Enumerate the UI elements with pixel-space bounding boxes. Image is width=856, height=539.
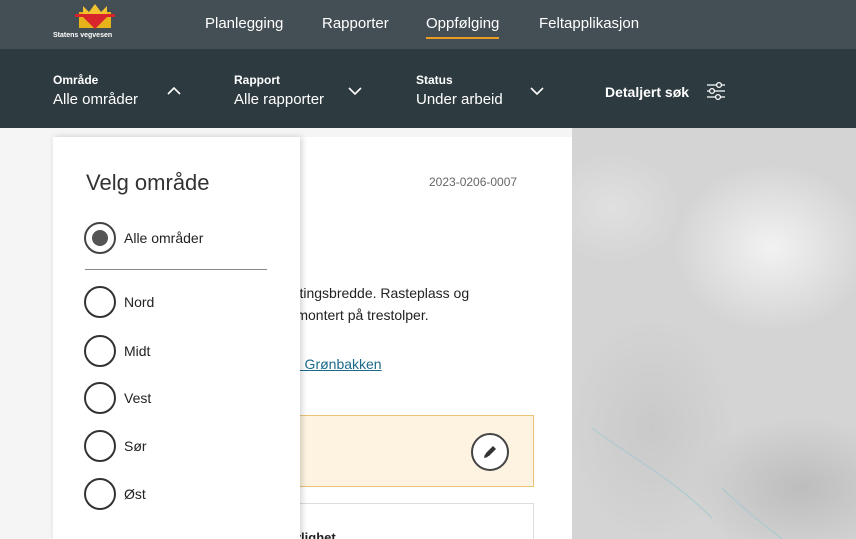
statens-vegvesen-logo[interactable]: Statens vegvesen bbox=[45, 2, 145, 42]
logo-text: Statens vegvesen bbox=[53, 32, 113, 39]
report-filter-label: Rapport bbox=[234, 73, 280, 87]
nav-oppfolging[interactable]: Oppfølging bbox=[426, 15, 500, 39]
radio-button[interactable] bbox=[84, 222, 116, 254]
chevron-up-icon[interactable] bbox=[166, 86, 182, 96]
status-filter-value: Under arbeid bbox=[416, 91, 503, 108]
radio-label: Vest bbox=[124, 390, 152, 406]
crown-shield-icon bbox=[75, 4, 115, 29]
area-filter-label: Område bbox=[53, 73, 99, 87]
radio-option-midt[interactable]: Midt bbox=[84, 334, 150, 368]
chevron-down-icon[interactable] bbox=[529, 86, 545, 96]
status-filter[interactable]: Status Under arbeid bbox=[416, 73, 503, 108]
radio-option-ost[interactable]: Øst bbox=[84, 477, 146, 511]
description-line: erk montert på trestolper. bbox=[273, 307, 429, 323]
nav-feltapplikasjon[interactable]: Feltapplikasjon bbox=[539, 15, 639, 32]
status-filter-label: Status bbox=[416, 73, 453, 87]
divider bbox=[85, 269, 267, 270]
area-filter[interactable]: Område Alle områder bbox=[53, 73, 138, 108]
section-label: rlighet bbox=[296, 530, 336, 539]
notice-box bbox=[273, 415, 534, 487]
radio-option-nord[interactable]: Nord bbox=[84, 285, 154, 319]
detailed-search-button[interactable]: Detaljert søk bbox=[605, 84, 689, 100]
description-line: nfestingsbredde. Rasteplass og bbox=[273, 285, 470, 301]
area-selection-panel: Velg område Alle områder Nord Midt Vest … bbox=[53, 137, 300, 539]
sliders-icon[interactable] bbox=[706, 81, 726, 101]
report-filter-value: Alle rapporter bbox=[234, 91, 325, 108]
chevron-down-icon[interactable] bbox=[347, 86, 363, 96]
report-filter[interactable]: Rapport Alle rapporter bbox=[234, 73, 324, 108]
radio-button[interactable] bbox=[84, 478, 116, 510]
radio-label: Øst bbox=[124, 486, 146, 502]
panel-title: Velg område bbox=[86, 170, 210, 195]
map-view[interactable] bbox=[572, 128, 856, 539]
nav-planlegging[interactable]: Planlegging bbox=[205, 15, 283, 32]
pencil-icon bbox=[484, 446, 496, 458]
top-navigation: Statens vegvesen Planlegging Rapporter O… bbox=[0, 0, 856, 49]
radio-option-alle-omrader[interactable]: Alle områder bbox=[84, 221, 203, 255]
map-terrain bbox=[591, 427, 783, 539]
location-link[interactable]: - Grønbakken bbox=[296, 356, 382, 372]
report-description: nfestingsbredde. Rasteplass og erk monte… bbox=[273, 282, 543, 326]
radio-option-vest[interactable]: Vest bbox=[84, 381, 151, 415]
radio-label: Nord bbox=[124, 294, 155, 310]
radio-label: Sør bbox=[124, 438, 147, 454]
report-id: 2023-0206-0007 bbox=[429, 175, 518, 189]
radio-button[interactable] bbox=[84, 382, 116, 414]
area-filter-value: Alle områder bbox=[53, 91, 139, 108]
radio-button[interactable] bbox=[84, 335, 116, 367]
radio-button[interactable] bbox=[84, 286, 116, 318]
radio-label: Alle områder bbox=[124, 230, 204, 246]
radio-option-sor[interactable]: Sør bbox=[84, 429, 147, 463]
radio-button[interactable] bbox=[84, 430, 116, 462]
radio-label: Midt bbox=[124, 343, 151, 359]
edit-button[interactable] bbox=[471, 433, 509, 471]
nav-rapporter[interactable]: Rapporter bbox=[322, 15, 389, 32]
